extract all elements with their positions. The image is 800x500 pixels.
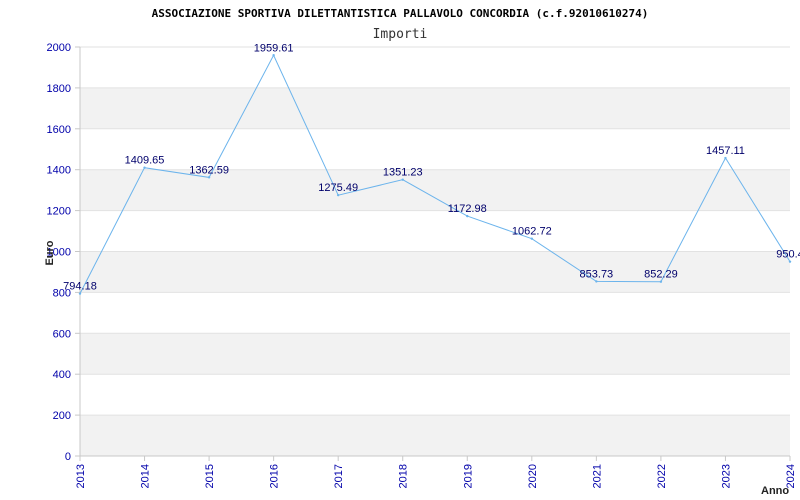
grid-band	[80, 87, 790, 129]
y-tick-label: 200	[53, 410, 71, 422]
grid-band	[80, 251, 790, 293]
data-label: 852.29	[644, 269, 678, 281]
data-label: 1959.61	[254, 42, 294, 54]
data-label: 1457.11	[706, 145, 745, 157]
data-label: 1275.49	[318, 182, 358, 194]
x-tick-label: 2021	[591, 464, 603, 488]
x-tick-label: 2017	[333, 464, 345, 488]
y-tick-label: 1200	[47, 206, 71, 218]
chart-subtitle: Importi	[373, 27, 428, 42]
data-point	[724, 156, 727, 160]
y-tick-label: 1400	[47, 165, 71, 177]
y-tick-label: 1800	[47, 83, 71, 95]
y-tick-label: 400	[53, 369, 71, 381]
data-point	[207, 176, 211, 179]
x-axis-label: Anno	[761, 485, 789, 497]
grid-band	[80, 169, 790, 211]
data-point	[272, 54, 275, 57]
grid-band	[80, 415, 790, 456]
x-tick-label: 2020	[527, 464, 539, 488]
data-label: 1351.23	[383, 167, 423, 179]
data-label: 950.4	[776, 249, 800, 261]
grid-band	[80, 333, 790, 375]
y-tick-label: 600	[53, 328, 71, 340]
data-label: 1062.72	[512, 226, 552, 238]
x-tick-label: 2016	[269, 464, 281, 488]
y-tick-label: 0	[65, 451, 71, 463]
x-tick-label: 2022	[656, 464, 668, 488]
x-tick-label: 2015	[204, 464, 216, 488]
data-label: 1409.65	[125, 155, 165, 167]
chart-title: ASSOCIAZIONE SPORTIVA DILETTANTISTICA PA…	[152, 7, 649, 20]
data-point	[336, 193, 340, 197]
data-label: 794.18	[63, 281, 97, 293]
x-tick-label: 2018	[398, 464, 410, 488]
x-tick-label: 2023	[720, 464, 732, 488]
grid-bands	[80, 87, 790, 456]
y-tick-label: 2000	[47, 42, 71, 54]
data-label: 1362.59	[189, 164, 229, 176]
x-tick-label: 2014	[140, 464, 152, 488]
data-point	[143, 166, 146, 169]
chart: ASSOCIAZIONE SPORTIVA DILETTANTISTICA PA…	[44, 7, 800, 497]
x-tick-label: 2013	[75, 464, 87, 488]
y-axis-label: Euro	[44, 240, 56, 265]
x-tick-labels: 2013 2014 2015 2016 2017 2018 2019 2020 2021 2022…	[75, 464, 797, 488]
data-label: 1172.98	[448, 203, 487, 215]
data-point	[788, 260, 792, 263]
data-point	[401, 178, 404, 181]
data-label: 853.73	[580, 268, 614, 280]
y-tick-label: 1600	[47, 124, 71, 136]
data-point	[595, 280, 598, 283]
data-point	[659, 280, 663, 283]
data-point	[78, 292, 82, 295]
x-tick-label: 2019	[462, 464, 474, 488]
data-point	[530, 237, 534, 240]
data-point	[466, 214, 469, 218]
